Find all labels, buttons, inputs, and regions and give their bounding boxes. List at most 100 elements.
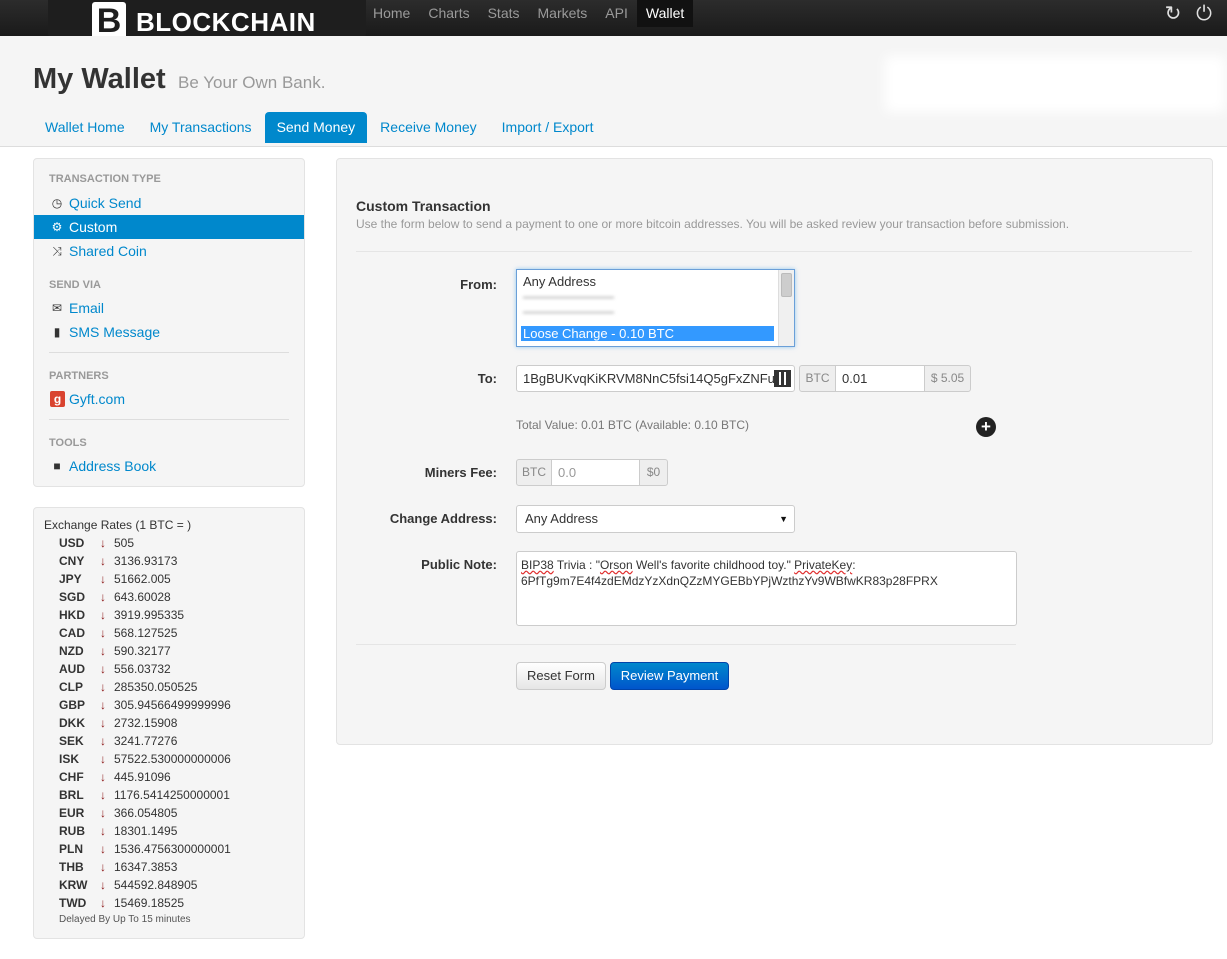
currency-code: JPY [59,572,82,586]
from-option-redacted[interactable]: ——————— [523,304,614,319]
fee-fiat-addon: $0 [639,459,668,486]
exchange-rate-row: DKK ↓ 2732.15908 [34,714,304,732]
page-subtitle: Be Your Own Bank. [178,73,326,92]
tab-receive-money[interactable]: Receive Money [368,112,489,143]
sidebar-item-address-book[interactable]: ■ Address Book [34,454,304,478]
tab-send-money[interactable]: Send Money [264,112,368,143]
brand-name[interactable]: BLOCKCHAIN [136,7,316,38]
review-payment-button[interactable]: Review Payment [610,662,729,690]
to-address-value: 1BgBUKvqKiKRVM8NnC5fsi14Q5gFxZNFul [523,371,778,386]
tab-import-export[interactable]: Import / Export [490,112,606,143]
rate-value: 285350.050525 [114,680,198,694]
currency-code: CLP [59,680,83,694]
exchange-rate-row: CHF ↓ 445.91096 [34,768,304,786]
clock-icon: ◷ [51,196,63,210]
exchange-rate-row: RUB ↓ 18301.1495 [34,822,304,840]
to-address-input[interactable]: 1BgBUKvqKiKRVM8NnC5fsi14Q5gFxZNFul [516,365,795,392]
transaction-type-heading: TRANSACTION TYPE [49,173,161,185]
from-list-scrollbar[interactable] [778,270,794,346]
rate-value: 15469.18525 [114,896,185,910]
from-option-any[interactable]: Any Address [523,274,596,289]
from-address-list[interactable]: Any Address ——————— ——————— Loose Change… [516,269,795,347]
reset-form-button[interactable]: Reset Form [516,662,606,690]
currency-code: CHF [59,770,84,784]
refresh-icon[interactable]: ↻ [1163,4,1183,24]
nav-wallet[interactable]: Wallet [636,0,694,27]
divider [49,419,289,420]
note-text: Orson [599,558,633,572]
nav-home[interactable]: Home [364,0,419,27]
exchange-rate-row: CNY ↓ 3136.93173 [34,552,304,570]
exchange-rate-row: TWD ↓ 15469.18525 [34,894,304,912]
rate-value: 1176.5414250000001 [114,788,230,802]
tab-wallet-home[interactable]: Wallet Home [33,112,137,143]
sidebar-item-label: Email [69,300,105,316]
note-text: Well's favorite childhood toy." [632,558,795,572]
rate-value: 445.91096 [114,770,171,784]
power-icon[interactable]: ⏻ [1194,4,1214,24]
shuffle-icon: ⤨ [52,244,62,258]
rate-value: 3919.995335 [114,608,185,622]
fee-currency-addon: BTC [516,459,552,486]
currency-code: BRL [59,788,84,802]
exchange-rate-row: KRW ↓ 544592.848905 [34,876,304,894]
arrow-down-icon: ↓ [100,572,106,586]
rate-value: 556.03732 [114,662,171,676]
nav-markets[interactable]: Markets [529,0,597,27]
sidebar-item-label: Gyft.com [69,391,126,407]
exchange-rate-row: PLN ↓ 1536.4756300000001 [34,840,304,858]
from-label: From: [460,277,497,292]
sidebar-item-label: Custom [69,219,118,235]
rate-value: 3241.77276 [114,734,178,748]
main-nav: Home Charts Stats Markets API Wallet [364,0,694,27]
sidebar-item-quick-send[interactable]: ◷ Quick Send [34,191,304,215]
currency-code: TWD [59,896,87,910]
change-address-select[interactable]: Any Address ▼ [516,505,795,533]
custom-transaction-panel: Custom Transaction Use the form below to… [336,158,1213,745]
from-option-selected[interactable]: Loose Change - 0.10 BTC [521,326,774,341]
exchange-rates-title: Exchange Rates (1 BTC = ) [44,518,192,532]
exchange-rate-row: BRL ↓ 1176.5414250000001 [34,786,304,804]
miners-fee-input[interactable]: 0.0 [551,459,640,486]
blockchain-logo-icon[interactable]: B [92,2,126,40]
arrow-down-icon: ↓ [100,644,106,658]
note-text: : [852,558,856,572]
arrow-down-icon: ↓ [100,554,106,568]
exchange-rate-row: GBP ↓ 305.94566499999996 [34,696,304,714]
from-option-redacted[interactable]: ——————— [523,289,614,304]
to-currency-addon: BTC [799,365,836,392]
tab-my-transactions[interactable]: My Transactions [138,112,264,143]
exchange-rate-row: HKD ↓ 3919.995335 [34,606,304,624]
add-recipient-icon[interactable]: + [976,417,996,437]
arrow-down-icon: ↓ [100,536,106,550]
sidebar-item-sms[interactable]: ▮ SMS Message [34,320,304,344]
currency-code: KRW [59,878,88,892]
phone-icon: ▮ [53,325,61,339]
sidebar-item-label: Quick Send [69,195,142,211]
nav-stats[interactable]: Stats [479,0,529,27]
qr-code-icon[interactable] [774,370,791,387]
rate-value: 505 [114,536,135,550]
rate-value: 1536.4756300000001 [114,842,231,856]
note-key-text: 6PfTg9m7E4f4zdEMdzYzXdnQZzMYGEBbYPjWzthz… [521,574,938,588]
gyft-icon: g [50,391,65,407]
scroll-thumb[interactable] [781,273,792,297]
sidebar-item-custom[interactable]: ⚙ Custom [34,215,304,239]
sidebar-item-shared-coin[interactable]: ⤨ Shared Coin [34,239,304,263]
sidebar-item-gyft[interactable]: g Gyft.com [34,387,304,411]
public-note-textarea[interactable]: BIP38 Trivia : "Orson Well's favorite ch… [516,551,1017,626]
divider [49,352,289,353]
currency-code: RUB [59,824,85,838]
sidebar-item-email[interactable]: ✉ Email [34,296,304,320]
gear-icon: ⚙ [51,220,63,234]
to-amount-input[interactable]: 0.01 [835,365,925,392]
nav-api[interactable]: API [596,0,637,27]
exchange-rate-row: EUR ↓ 366.054805 [34,804,304,822]
nav-charts[interactable]: Charts [419,0,478,27]
currency-code: AUD [59,662,85,676]
change-address-value: Any Address [525,511,598,526]
wallet-tabs: Wallet Home My Transactions Send Money R… [33,112,606,143]
note-text: Trivia : " [553,558,600,572]
arrow-down-icon: ↓ [100,752,106,766]
exchange-rate-row: CAD ↓ 568.127525 [34,624,304,642]
